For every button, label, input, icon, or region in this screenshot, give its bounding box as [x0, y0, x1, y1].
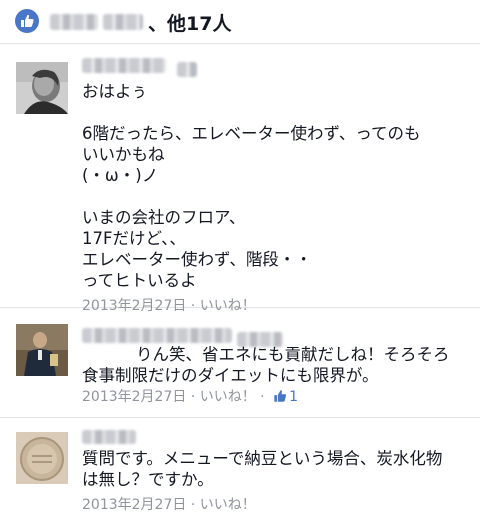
comment-item: 質問です。メニューで納豆という場合、炭水化物 は無し？ですか。 2013年2月2…	[0, 418, 480, 523]
like-count[interactable]: 1	[289, 389, 298, 405]
meta-separator: ·	[255, 389, 270, 405]
comment-meta: 2013年2月27日 · いいね！	[82, 494, 472, 514]
liker-name-blurred[interactable]	[103, 14, 143, 30]
comment-date[interactable]: 2013年2月27日	[82, 389, 186, 405]
comment-item: おはよぅ 6階だったら、エレベーター使わず、ってのも いいかもね (・ω・)ノ …	[0, 44, 480, 314]
commenter-name-blurred[interactable]	[177, 62, 198, 77]
thumbs-up-icon	[273, 389, 287, 407]
commenter-name-blurred[interactable]	[82, 430, 136, 444]
avatar[interactable]	[16, 432, 68, 484]
thumbs-up-icon	[15, 9, 39, 33]
comment-text: おはよぅ 6階だったら、エレベーター使わず、ってのも いいかもね (・ω・)ノ …	[82, 82, 421, 290]
likes-summary[interactable]: 、他17人	[0, 0, 480, 44]
meta-separator: ·	[186, 497, 200, 513]
comment-text: 質問です。メニューで納豆という場合、炭水化物 は無し？ですか。	[82, 449, 443, 489]
meta-separator: ·	[186, 389, 200, 405]
comment-meta: 2013年2月27日 · いいね！ · 1	[82, 386, 298, 407]
commenter-name-blurred[interactable]	[82, 58, 166, 73]
comment-text: りん笑、省エネにも貢献だしね！そろそろ 食事制限だけのダイエットにも限界が。	[82, 345, 450, 385]
comment-item: りん笑、省エネにも貢献だしね！そろそろ 食事制限だけのダイエットにも限界が。 2…	[0, 308, 480, 418]
avatar[interactable]	[16, 324, 68, 376]
likes-count-text[interactable]: 、他17人	[148, 9, 231, 36]
commenter-name-blurred[interactable]	[82, 328, 232, 343]
like-link[interactable]: いいね！	[200, 497, 256, 513]
avatar[interactable]	[16, 62, 68, 114]
comment-date[interactable]: 2013年2月27日	[82, 497, 186, 513]
liker-name-blurred[interactable]	[50, 14, 98, 30]
like-link[interactable]: いいね！	[200, 389, 256, 405]
